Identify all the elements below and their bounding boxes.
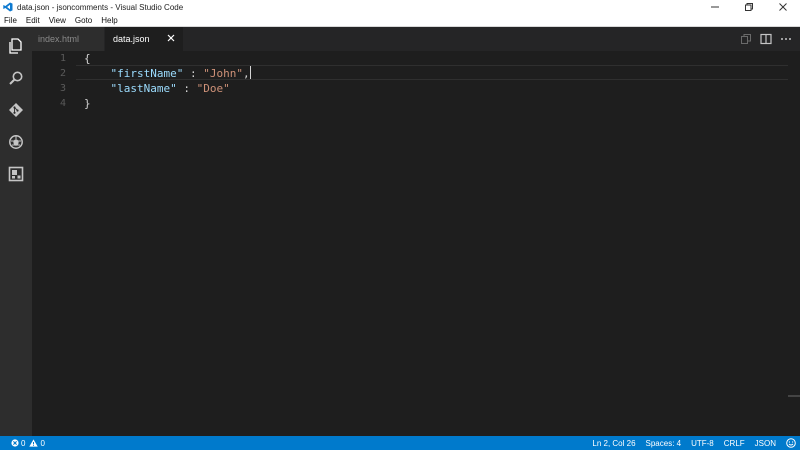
json-string: "Doe" — [196, 82, 230, 95]
code-line[interactable]: } — [84, 96, 251, 111]
menu-bar: File Edit View Goto Help — [0, 14, 800, 27]
line-number: 1 — [59, 53, 66, 64]
search-icon — [9, 71, 23, 85]
code-area[interactable]: { "firstName" : "John", "lastName" : "Do… — [84, 51, 251, 111]
json-punctuation — [84, 82, 111, 95]
close-icon — [779, 3, 787, 11]
json-key: "firstName" — [110, 67, 184, 80]
code-editor[interactable]: 1 2 3 4 { "firstName" : "John", "lastName" … — [32, 51, 790, 436]
line-number-gutter: 1 2 3 4 — [32, 51, 68, 111]
tab-close-button[interactable] — [166, 33, 176, 43]
minimize-icon — [711, 6, 719, 8]
status-bar: 0 0 Ln 2, Col 26 Spaces: 4 UTF-8 CRLF JS… — [0, 436, 800, 450]
encoding[interactable]: UTF-8 — [691, 439, 714, 448]
code-line[interactable]: { — [84, 51, 251, 66]
tab-data-json[interactable]: data.json — [105, 27, 183, 51]
explorer-icon — [9, 38, 22, 54]
restore-icon — [745, 3, 753, 11]
code-line[interactable]: "lastName" : "Doe" — [84, 81, 251, 96]
debug-icon — [9, 135, 23, 149]
language-mode[interactable]: JSON — [755, 439, 776, 448]
tab-label: data.json — [113, 34, 150, 44]
error-count: 0 — [21, 438, 26, 448]
activity-extensions[interactable] — [0, 160, 32, 188]
indentation[interactable]: Spaces: 4 — [646, 439, 682, 448]
vscode-window: data.json - jsoncomments - Visual Studio… — [0, 0, 800, 450]
end-of-line[interactable]: CRLF — [724, 439, 745, 448]
activity-debug[interactable] — [0, 128, 32, 156]
line-number: 2 — [59, 68, 66, 79]
feedback-button[interactable] — [786, 438, 796, 448]
json-punctuation: } — [84, 97, 91, 110]
json-punctuation: : — [176, 82, 197, 95]
code-line[interactable]: "firstName" : "John", — [84, 66, 251, 81]
editor-tab-bar: index.html data.json — [32, 27, 800, 51]
json-string: "John" — [203, 67, 243, 80]
open-changes-icon — [741, 34, 751, 44]
error-icon — [11, 439, 19, 447]
menu-help[interactable]: Help — [97, 14, 122, 27]
smiley-icon — [786, 438, 796, 448]
json-punctuation — [84, 67, 111, 80]
text-cursor — [249, 66, 251, 79]
line-number: 4 — [59, 98, 66, 109]
split-editor-icon — [760, 33, 772, 45]
more-icon — [781, 38, 791, 40]
editor-scrollbar[interactable] — [788, 51, 800, 436]
window-title: data.json - jsoncomments - Visual Studio… — [17, 2, 184, 12]
open-changes-button[interactable] — [736, 27, 756, 51]
close-icon — [167, 34, 175, 42]
tab-label: index.html — [38, 34, 80, 44]
menu-file[interactable]: File — [0, 14, 22, 27]
line-number: 3 — [59, 83, 66, 94]
warning-count: 0 — [40, 438, 45, 448]
vscode-logo-icon — [3, 2, 13, 12]
restore-button[interactable] — [732, 0, 766, 14]
menu-edit[interactable]: Edit — [22, 14, 45, 27]
menu-view[interactable]: View — [45, 14, 71, 27]
json-key: "lastName" — [110, 82, 177, 95]
menu-goto[interactable]: Goto — [71, 14, 97, 27]
activity-git[interactable] — [0, 96, 32, 124]
scrollbar-marker — [788, 395, 800, 397]
json-punctuation: : — [183, 67, 204, 80]
activity-explorer[interactable] — [0, 32, 32, 60]
activity-search[interactable] — [0, 64, 32, 92]
title-bar: data.json - jsoncomments - Visual Studio… — [0, 0, 800, 14]
activity-bar — [0, 27, 32, 436]
extensions-icon — [8, 166, 24, 182]
split-editor-button[interactable] — [756, 27, 776, 51]
close-window-button[interactable] — [766, 0, 800, 14]
cursor-position[interactable]: Ln 2, Col 26 — [592, 439, 635, 448]
json-punctuation: , — [242, 67, 250, 80]
json-punctuation: { — [84, 52, 91, 65]
tab-index-html[interactable]: index.html — [32, 27, 104, 51]
git-icon — [9, 103, 23, 117]
more-actions-button[interactable] — [776, 27, 796, 51]
warning-icon — [29, 439, 39, 447]
problems-indicator[interactable]: 0 0 — [0, 439, 49, 448]
minimize-button[interactable] — [698, 0, 732, 14]
